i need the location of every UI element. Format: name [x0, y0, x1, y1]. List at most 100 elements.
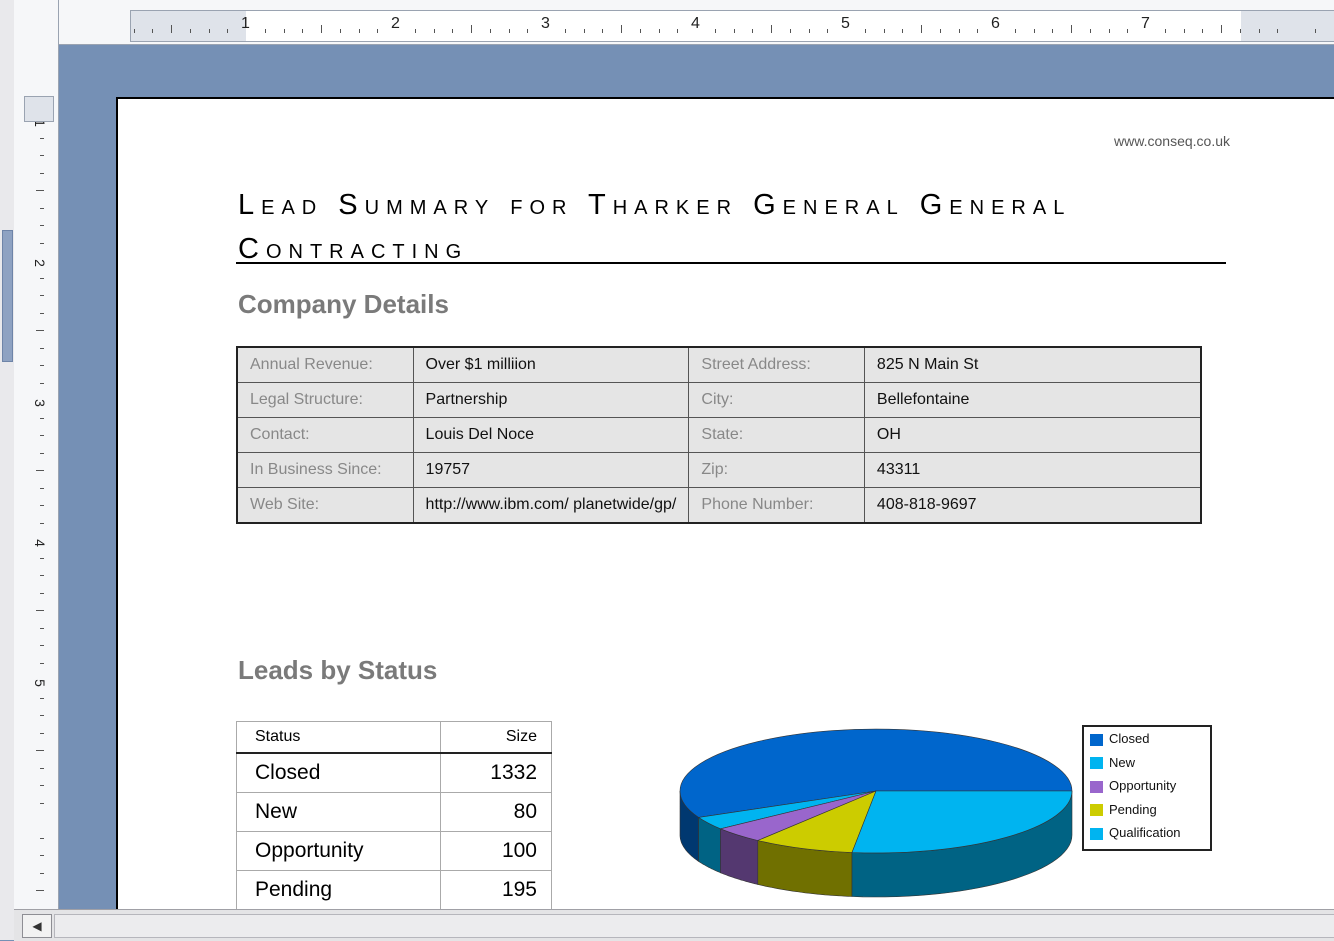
left-margin-area — [131, 11, 246, 41]
legend-swatch — [1090, 804, 1103, 816]
ruler-tick — [452, 29, 453, 33]
ruler-tick — [659, 29, 660, 33]
leads-pie-chart — [678, 721, 1098, 911]
detail-label: Web Site: — [237, 488, 413, 524]
legend-swatch — [1090, 757, 1103, 769]
detail-label: In Business Since: — [237, 453, 413, 488]
ruler-tick — [40, 453, 44, 454]
company-details-table: Annual Revenue:Over $1 milliionStreet Ad… — [236, 346, 1202, 524]
ruler-tick — [1184, 29, 1185, 33]
ruler-tick — [321, 25, 322, 33]
ruler-tick — [36, 890, 44, 891]
details-row: Legal Structure:PartnershipCity:Bellefon… — [237, 383, 1201, 418]
status-name: Pending — [237, 871, 441, 910]
ruler-tick — [827, 29, 828, 33]
scroll-track[interactable] — [54, 914, 1334, 938]
report-title: Lead Summary for Tharker General General… — [238, 183, 1228, 271]
ruler-tick — [36, 470, 44, 471]
status-row: Pending195 — [237, 871, 552, 910]
ruler-tick — [434, 29, 435, 33]
ruler-tick — [1071, 25, 1072, 33]
legend-label: New — [1109, 755, 1135, 770]
ruler-tick — [771, 25, 772, 33]
ruler-tick — [40, 155, 44, 156]
ruler-tick — [1259, 29, 1260, 33]
ruler-tick — [40, 558, 44, 559]
horizontal-ruler-scale: 1234567 — [130, 10, 1334, 42]
ruler-tick — [1090, 29, 1091, 33]
horizontal-ruler: 1234567 — [14, 0, 1334, 45]
top-margin-marker[interactable] — [24, 96, 54, 122]
ruler-tick — [40, 733, 44, 734]
document-page: www.conseq.co.uk Lead Summary for Tharke… — [116, 97, 1334, 911]
ruler-tick — [1315, 29, 1316, 33]
detail-label: Zip: — [689, 453, 865, 488]
ruler-tick — [902, 29, 903, 33]
ruler-tick — [171, 25, 172, 33]
details-row: In Business Since:19757Zip:43311 — [237, 453, 1201, 488]
ruler-number: 5 — [32, 679, 48, 687]
ruler-tick — [40, 768, 44, 769]
ruler-tick — [940, 29, 941, 33]
legend-label: Qualification — [1109, 825, 1181, 840]
detail-label: Annual Revenue: — [237, 347, 413, 383]
status-size: 100 — [440, 832, 551, 871]
detail-value: Over $1 milliion — [413, 347, 689, 383]
detail-value: 825 N Main St — [864, 347, 1201, 383]
ruler-tick — [134, 29, 135, 33]
ruler-tick — [1165, 29, 1166, 33]
ruler-tick — [1015, 29, 1016, 33]
legend-label: Opportunity — [1109, 778, 1176, 793]
vertical-ruler: 12345 — [14, 0, 59, 940]
ruler-tick — [584, 29, 585, 33]
detail-value: Louis Del Noce — [413, 418, 689, 453]
ruler-tick — [40, 225, 44, 226]
ruler-tick — [40, 628, 44, 629]
legend-label: Closed — [1109, 731, 1149, 746]
ruler-tick — [40, 645, 44, 646]
status-name: Closed — [237, 753, 441, 793]
ruler-number: 3 — [32, 399, 48, 407]
legend-swatch — [1090, 734, 1103, 746]
ruler-tick — [677, 29, 678, 33]
company-details-heading: Company Details — [238, 289, 449, 320]
ruler-tick — [359, 29, 360, 33]
ruler-tick — [977, 29, 978, 33]
panel-collapse-handle[interactable] — [2, 230, 13, 362]
legend-item: Pending — [1090, 802, 1157, 817]
detail-value: OH — [864, 418, 1201, 453]
detail-label: Street Address: — [689, 347, 865, 383]
ruler-tick — [1240, 29, 1241, 33]
website-url: www.conseq.co.uk — [1114, 133, 1230, 149]
status-size: 80 — [440, 793, 551, 832]
ruler-tick — [40, 313, 44, 314]
ruler-number: 5 — [841, 15, 850, 33]
detail-value: Bellefontaine — [864, 383, 1201, 418]
ruler-number: 2 — [391, 15, 400, 33]
ruler-tick — [40, 855, 44, 856]
legend-swatch — [1090, 781, 1103, 793]
ruler-tick — [284, 29, 285, 33]
ruler-number: 4 — [691, 15, 700, 33]
ruler-tick — [40, 173, 44, 174]
ruler-tick — [40, 365, 44, 366]
ruler-tick — [40, 418, 44, 419]
horizontal-scrollbar[interactable]: ◀ — [14, 909, 1334, 941]
ruler-tick — [209, 29, 210, 33]
status-column-header: Status — [237, 722, 441, 754]
ruler-tick — [40, 523, 44, 524]
ruler-tick — [302, 29, 303, 33]
ruler-tick — [865, 29, 866, 33]
ruler-tick — [36, 330, 44, 331]
scroll-left-button[interactable]: ◀ — [22, 914, 52, 938]
status-row: Opportunity100 — [237, 832, 552, 871]
ruler-tick — [565, 29, 566, 33]
leads-by-status-heading: Leads by Status — [238, 655, 437, 686]
legend-label: Pending — [1109, 802, 1157, 817]
detail-value: 408-818-9697 — [864, 488, 1201, 524]
ruler-tick — [40, 138, 44, 139]
ruler-tick — [340, 29, 341, 33]
leads-status-table: Status Size Closed1332New80Opportunity10… — [236, 721, 552, 910]
ruler-tick — [602, 29, 603, 33]
status-size: 195 — [440, 871, 551, 910]
